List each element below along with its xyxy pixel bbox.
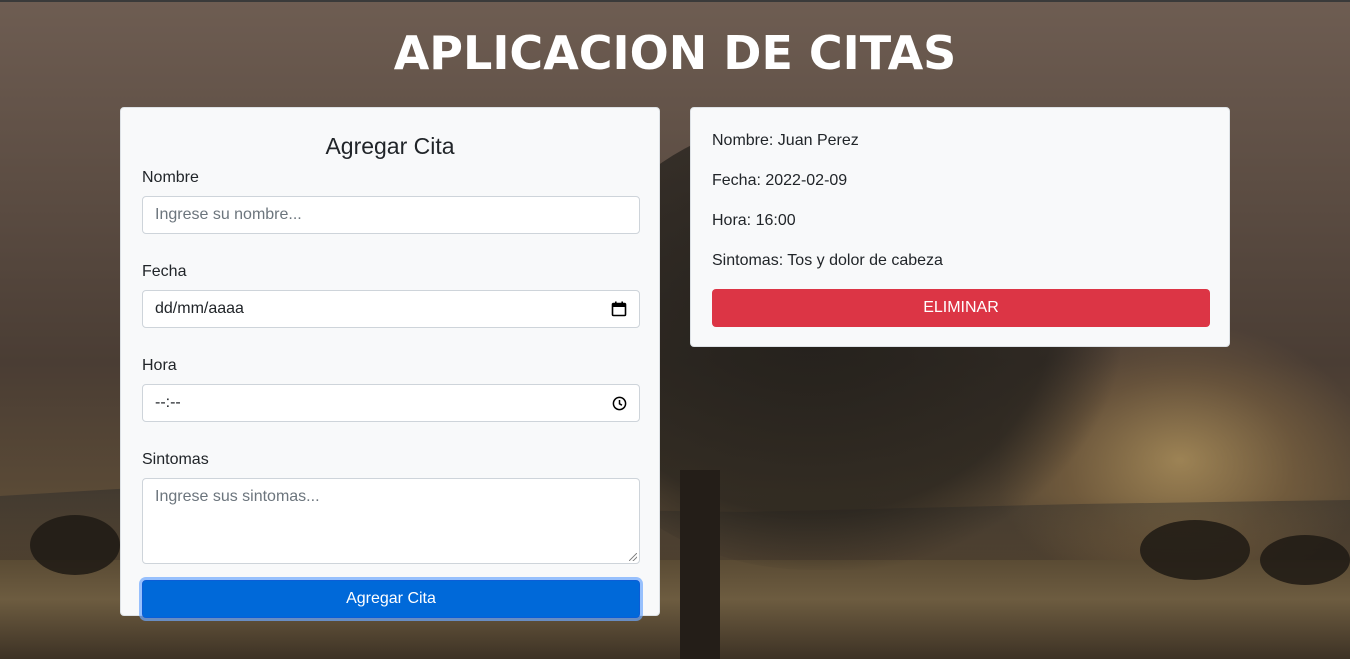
appointment-card: Nombre: Juan Perez Fecha: 2022-02-09 Hor… [690, 107, 1230, 347]
page-title: APLICACION DE CITAS [393, 26, 957, 80]
fecha-input[interactable]: dd/mm/aaaa [142, 290, 640, 328]
nombre-field-wrapper [142, 196, 640, 234]
background-bush [1140, 520, 1250, 580]
fecha-value: dd/mm/aaaa [155, 300, 244, 317]
sintomas-field-wrapper [142, 478, 640, 564]
hora-value: --:-- [155, 394, 181, 411]
add-appointment-button[interactable]: Agregar Cita [142, 580, 640, 618]
resize-handle-icon[interactable] [629, 553, 637, 561]
nombre-input[interactable] [155, 206, 627, 224]
background-bush [30, 515, 120, 575]
form-title: Agregar Cita [325, 133, 455, 159]
background-tree-trunk [680, 470, 720, 659]
appointment-sintomas: Sintomas: Tos y dolor de cabeza [712, 252, 943, 269]
appointment-hora: Hora: 16:00 [712, 212, 796, 229]
window-top-border [0, 0, 1350, 2]
nombre-label: Nombre [142, 169, 199, 186]
sintomas-label: Sintomas [142, 451, 209, 468]
background-bush [1260, 535, 1350, 585]
calendar-icon[interactable] [611, 301, 627, 317]
sintomas-textarea[interactable] [143, 479, 639, 563]
delete-appointment-button[interactable]: ELIMINAR [712, 289, 1210, 327]
appointment-fecha: Fecha: 2022-02-09 [712, 172, 848, 189]
hora-input[interactable]: --:-- [142, 384, 640, 422]
hora-label: Hora [142, 357, 177, 374]
appointment-nombre: Nombre: Juan Perez [712, 132, 859, 149]
fecha-label: Fecha [142, 263, 187, 280]
add-appointment-form: Agregar Cita Nombre Fecha dd/mm/aaaa Hor… [120, 107, 660, 618]
clock-icon[interactable] [612, 396, 627, 411]
